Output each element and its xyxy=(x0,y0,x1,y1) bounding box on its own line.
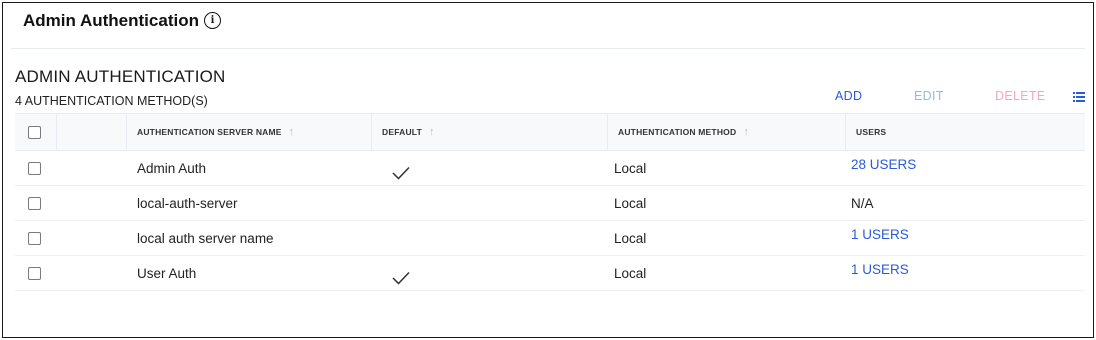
edit-button[interactable]: EDIT xyxy=(914,89,944,103)
header-auth-method-label: AUTHENTICATION METHOD xyxy=(618,127,737,137)
row-checkbox[interactable] xyxy=(28,196,41,210)
page-title: Admin Authentication xyxy=(23,10,199,30)
row-checkbox-cell xyxy=(15,256,57,290)
server-name: User Auth xyxy=(137,265,197,281)
method-count: 4 AUTHENTICATION METHOD(S) xyxy=(15,94,208,108)
header-auth-method[interactable]: AUTHENTICATION METHOD ↑ xyxy=(608,114,846,150)
info-circle-icon[interactable]: i xyxy=(203,12,221,29)
table-header: AUTHENTICATION SERVER NAME ↑ DEFAULT ↑ A… xyxy=(15,113,1085,151)
admin-authentication-frame: Admin Authentication i ADMIN AUTHENTICAT… xyxy=(2,2,1094,338)
checkmark-icon xyxy=(392,166,410,180)
row-spacer xyxy=(57,221,127,255)
page-header: Admin Authentication i xyxy=(11,7,1085,49)
select-all-checkbox[interactable] xyxy=(28,125,41,139)
select-all-cell xyxy=(15,114,57,150)
header-default[interactable]: DEFAULT ↑ xyxy=(372,114,608,150)
server-name: local-auth-server xyxy=(137,195,238,211)
authentication-table: AUTHENTICATION SERVER NAME ↑ DEFAULT ↑ A… xyxy=(15,113,1085,291)
users-cell: 1 USERS xyxy=(846,221,1085,255)
table-toolbar: ADD EDIT DELETE xyxy=(785,89,1085,109)
row-checkbox-cell xyxy=(15,221,57,255)
add-button[interactable]: ADD xyxy=(835,89,862,103)
header-spacer xyxy=(57,114,127,150)
sort-arrow-icon[interactable]: ↑ xyxy=(743,126,749,138)
default-cell xyxy=(372,221,608,255)
users-link[interactable]: 1 USERS xyxy=(851,227,909,242)
header-server-name[interactable]: AUTHENTICATION SERVER NAME ↑ xyxy=(127,114,372,150)
row-checkbox-cell xyxy=(15,186,57,220)
table-row[interactable]: User Auth Local 1 USERS xyxy=(15,256,1085,291)
auth-method: Local xyxy=(614,230,647,246)
users-value: N/A xyxy=(851,195,874,211)
row-checkbox-cell xyxy=(15,151,57,185)
section-title: ADMIN AUTHENTICATION xyxy=(15,67,226,86)
row-checkbox[interactable] xyxy=(28,161,41,175)
header-default-label: DEFAULT xyxy=(382,127,422,137)
row-spacer xyxy=(57,256,127,290)
list-icon[interactable] xyxy=(1073,92,1085,102)
row-spacer xyxy=(57,151,127,185)
users-link[interactable]: 1 USERS xyxy=(851,262,909,277)
row-spacer xyxy=(57,186,127,220)
users-cell: 28 USERS xyxy=(846,151,1085,185)
server-name: Admin Auth xyxy=(137,160,207,176)
table-row[interactable]: local auth server name Local 1 USERS xyxy=(15,221,1085,256)
users-cell: 1 USERS xyxy=(846,256,1085,290)
default-cell xyxy=(372,186,608,220)
default-cell xyxy=(372,256,608,290)
table-row[interactable]: local-auth-server Local N/A xyxy=(15,186,1085,221)
header-server-name-label: AUTHENTICATION SERVER NAME xyxy=(137,127,282,137)
server-name: local auth server name xyxy=(137,230,274,246)
users-cell: N/A xyxy=(846,186,1085,220)
auth-method: Local xyxy=(614,160,647,176)
header-users: USERS xyxy=(846,114,1085,150)
checkmark-icon xyxy=(392,271,410,285)
auth-method: Local xyxy=(614,265,647,281)
row-checkbox[interactable] xyxy=(28,231,41,245)
sort-arrow-icon[interactable]: ↑ xyxy=(289,126,295,138)
authentication-panel: ADMIN AUTHENTICATION 4 AUTHENTICATION ME… xyxy=(11,53,1085,335)
default-cell xyxy=(372,151,608,185)
row-checkbox[interactable] xyxy=(28,266,41,280)
users-link[interactable]: 28 USERS xyxy=(851,157,916,172)
sort-arrow-icon[interactable]: ↑ xyxy=(429,126,435,138)
table-row[interactable]: Admin Auth Local 28 USERS xyxy=(15,151,1085,186)
header-users-label: USERS xyxy=(856,127,887,137)
delete-button[interactable]: DELETE xyxy=(995,89,1045,103)
auth-method: Local xyxy=(614,195,647,211)
